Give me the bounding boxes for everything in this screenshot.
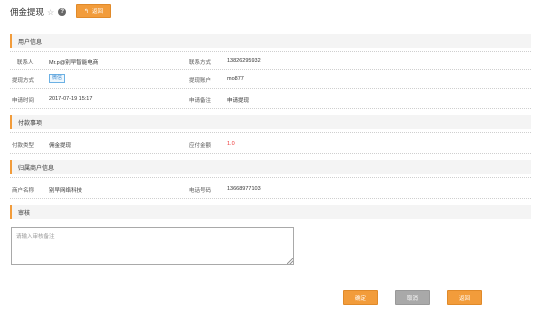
section-title: 付款事项: [18, 121, 43, 127]
contact-value: Mr.p@别早智能电商: [49, 60, 99, 66]
section-title: 审核: [18, 211, 31, 217]
time-label: 申请时间: [12, 98, 35, 104]
account-label: 提现账户: [189, 78, 212, 84]
star-icon[interactable]: ☆: [47, 8, 54, 17]
divider: [10, 153, 531, 154]
merchant-tel-value: 13668977103: [227, 186, 261, 192]
help-icon[interactable]: ?: [58, 8, 67, 16]
divider: [10, 177, 531, 178]
method-badge: 微信: [49, 74, 65, 83]
phone-value: 13826295932: [227, 58, 261, 64]
merchant-tel-label: 电话号码: [189, 188, 212, 194]
method-label: 提现方式: [12, 78, 35, 84]
merchant-name-value: 别早网络科技: [49, 188, 83, 194]
divider: [10, 51, 531, 52]
merchant-name-label: 商户名称: [12, 188, 35, 194]
back-arrow-icon: ↰: [83, 8, 89, 15]
divider: [10, 132, 531, 133]
section-title: 归属商户信息: [18, 166, 55, 172]
time-value: 2017-07-19 15:17: [49, 96, 93, 102]
remark-label: 申请备注: [189, 98, 212, 104]
payment-type-label: 付款类型: [12, 143, 35, 149]
section-payment: 付款事项: [10, 115, 531, 129]
payment-type-value: 佣金提现: [49, 143, 72, 149]
account-value: mo877: [227, 76, 244, 82]
back-button-label: 返回: [92, 9, 104, 15]
amount-label: 应付金额: [189, 143, 212, 149]
page-title: 佣金提现: [10, 7, 45, 17]
review-remark-input[interactable]: [11, 227, 294, 265]
section-review: 审核: [10, 205, 531, 219]
amount-value: 1.0: [227, 141, 235, 147]
confirm-button[interactable]: 确定: [343, 290, 378, 305]
divider: [10, 88, 531, 89]
return-button[interactable]: 返回: [447, 290, 482, 305]
resize-grip-icon[interactable]: [287, 258, 293, 264]
back-button[interactable]: ↰ 返回: [76, 4, 111, 18]
contact-label: 联系人: [17, 60, 34, 66]
section-title: 用户信息: [18, 40, 43, 46]
section-merchant: 归属商户信息: [10, 160, 531, 174]
section-user-info: 用户信息: [10, 34, 531, 48]
divider: [10, 69, 531, 70]
phone-label: 联系方式: [189, 60, 212, 66]
page-header: 佣金提现 ☆ ?: [10, 5, 67, 19]
divider: [10, 198, 531, 199]
cancel-button[interactable]: 取消: [395, 290, 430, 305]
remark-value: 申请提现: [227, 98, 250, 104]
divider: [10, 108, 531, 109]
